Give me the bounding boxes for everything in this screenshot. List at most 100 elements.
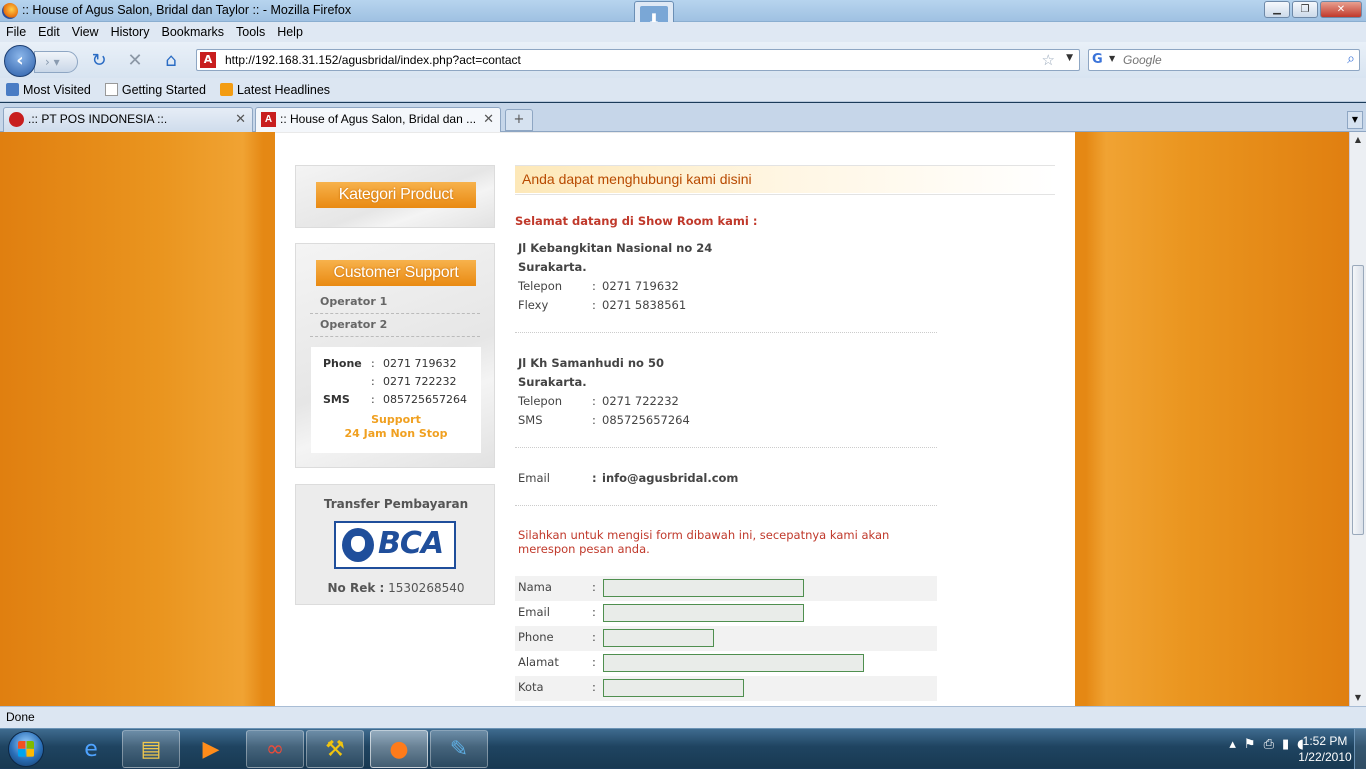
divider [515,447,937,448]
home-icon[interactable]: ⌂ [160,51,182,71]
colon: : [592,680,596,694]
page-viewport: Kategori Product Customer Support Operat… [0,132,1349,706]
scroll-up-icon[interactable]: ▲ [1350,132,1366,148]
bookmark-getting-started[interactable]: Getting Started [104,78,206,101]
account-number-label: No Rek : [327,581,385,595]
bookmark-label: Latest Headlines [236,82,331,97]
form-row-kota: Kota : [515,676,937,701]
forward-button[interactable]: › ▾ [34,51,78,73]
support-contact-box: Phone : 0271 719632 : 0271 722232 SMS : … [311,347,481,453]
navigation-toolbar: › ▾ ‹ ↻ ✕ ⌂ A http://192.168.31.152/agus… [0,42,1366,78]
operator-2-link[interactable]: Operator 2 [310,314,480,337]
maximize-button[interactable]: ❐ [1292,1,1318,18]
welcome-text: Selamat datang di Show Room kami : [515,214,758,228]
operator-1-link[interactable]: Operator 1 [310,291,480,314]
form-label: Phone [518,630,554,644]
info-value: 0271 722232 [602,394,679,408]
window-titlebar: :: House of Agus Salon, Bridal dan Taylo… [0,0,1366,39]
app-icon[interactable]: ∞ [246,730,304,768]
tab-pos-indonesia[interactable]: .:: PT POS INDONESIA ::. ✕ [3,107,253,132]
tools-icon[interactable]: ⚒ [306,730,364,768]
tray-expand-icon[interactable]: ▴ [1229,737,1236,752]
url-dropdown-icon[interactable]: ▼ [1066,53,1073,63]
close-tab-icon[interactable]: ✕ [483,108,494,130]
stop-icon[interactable]: ✕ [124,51,146,71]
contact-heading: Anda dapat menghubungi kami disini [515,166,1055,193]
form-label: Nama [518,580,552,594]
form-row-alamat: Alamat : [515,651,937,676]
menu-bookmarks[interactable]: Bookmarks [161,22,224,42]
bookmark-label: Most Visited [23,82,91,97]
alamat-input[interactable] [603,654,864,672]
action-center-icon[interactable]: ⚑ [1244,737,1256,752]
tab-strip: .:: PT POS INDONESIA ::. ✕ A :: House of… [0,103,1366,133]
back-button[interactable]: ‹ [4,45,36,77]
scrollbar-thumb[interactable] [1352,265,1364,535]
clock[interactable]: 1:52 PM 1/22/2010 [1290,733,1360,765]
scroll-down-icon[interactable]: ▼ [1350,690,1366,706]
bca-logo: BCA [334,521,456,569]
windows-taskbar: e ▤ ▶ ∞ ⚒ ● ✎ ▴ ⚑ ⎙ ▮ ◖ 1:52 PM 1/22/201… [0,728,1366,769]
menu-view[interactable]: View [72,22,99,42]
bca-logo-text: BCA [378,526,444,561]
show-desktop-button[interactable] [1354,729,1366,769]
rss-icon [219,83,233,96]
form-row-email: Email : [515,601,937,626]
close-tab-icon[interactable]: ✕ [235,108,246,130]
url-bar[interactable]: A http://192.168.31.152/agusbridal/index… [196,49,1080,71]
pos-indonesia-icon [9,112,24,127]
colon: : [592,413,596,427]
info-value: 0271 719632 [602,279,679,293]
tab-agus-bridal[interactable]: A :: House of Agus Salon, Bridal dan ...… [255,107,501,133]
kategori-product-heading[interactable]: Kategori Product [316,182,476,208]
internet-explorer-icon[interactable]: e [62,730,120,768]
new-tab-button[interactable]: + [505,109,533,131]
url-text[interactable]: http://192.168.31.152/agusbridal/index.p… [225,53,521,67]
menu-file[interactable]: File [6,22,26,42]
menu-edit[interactable]: Edit [38,22,60,42]
vertical-scrollbar[interactable]: ▲ ▼ [1349,132,1366,706]
reload-icon[interactable]: ↻ [88,51,110,71]
menu-history[interactable]: History [111,22,150,42]
menu-tools[interactable]: Tools [236,22,265,42]
close-window-button[interactable]: ✕ [1320,1,1362,18]
kota-input[interactable] [603,679,744,697]
bookmark-star-icon[interactable]: ☆ [1042,51,1055,69]
file-explorer-icon[interactable]: ▤ [122,730,180,768]
page-content: Kategori Product Customer Support Operat… [275,132,1075,706]
minimize-button[interactable]: ▁ [1264,1,1290,18]
menu-bar: File Edit View History Bookmarks Tools H… [0,22,1366,42]
menu-help[interactable]: Help [277,22,303,42]
info-label: Flexy [518,298,549,312]
search-engine-dropdown-icon[interactable]: ▼ [1109,54,1115,63]
firefox-taskbar-icon[interactable]: ● [370,730,428,768]
divider [515,332,937,333]
network-icon[interactable]: ▮ [1282,737,1289,752]
colon: : [592,471,597,485]
bookmarks-toolbar: Most Visited Getting Started Latest Head… [0,78,1366,102]
bookmark-most-visited[interactable]: Most Visited [6,78,91,101]
paint-icon[interactable]: ✎ [430,730,488,768]
address-1-street: Jl Kebangkitan Nasional no 24 [518,241,713,255]
transfer-title: Transfer Pembayaran [323,497,469,511]
phone-input[interactable] [603,629,714,647]
email-input[interactable] [603,604,804,622]
firefox-icon [2,3,18,19]
transfer-box: Transfer Pembayaran BCA No Rek : 1530268… [295,484,495,605]
address-2-street: Jl Kh Samanhudi no 50 [518,356,664,370]
phone-value: 0271 722232 [383,375,457,388]
email-link[interactable]: info@agusbridal.com [602,471,738,485]
start-button[interactable] [2,729,50,769]
google-icon[interactable]: G [1092,52,1108,68]
phone-label: Phone [323,357,362,370]
usb-icon[interactable]: ⎙ [1264,737,1274,752]
search-bar[interactable]: G ▼ ⌕ [1088,49,1360,71]
nama-input[interactable] [603,579,804,597]
colon: : [592,394,596,408]
colon: : [371,357,375,370]
tab-list-dropdown-icon[interactable]: ▼ [1347,111,1363,129]
bookmark-latest-headlines[interactable]: Latest Headlines [219,78,331,101]
search-input[interactable] [1123,52,1333,68]
search-icon[interactable]: ⌕ [1347,51,1355,67]
media-player-icon[interactable]: ▶ [182,730,240,768]
